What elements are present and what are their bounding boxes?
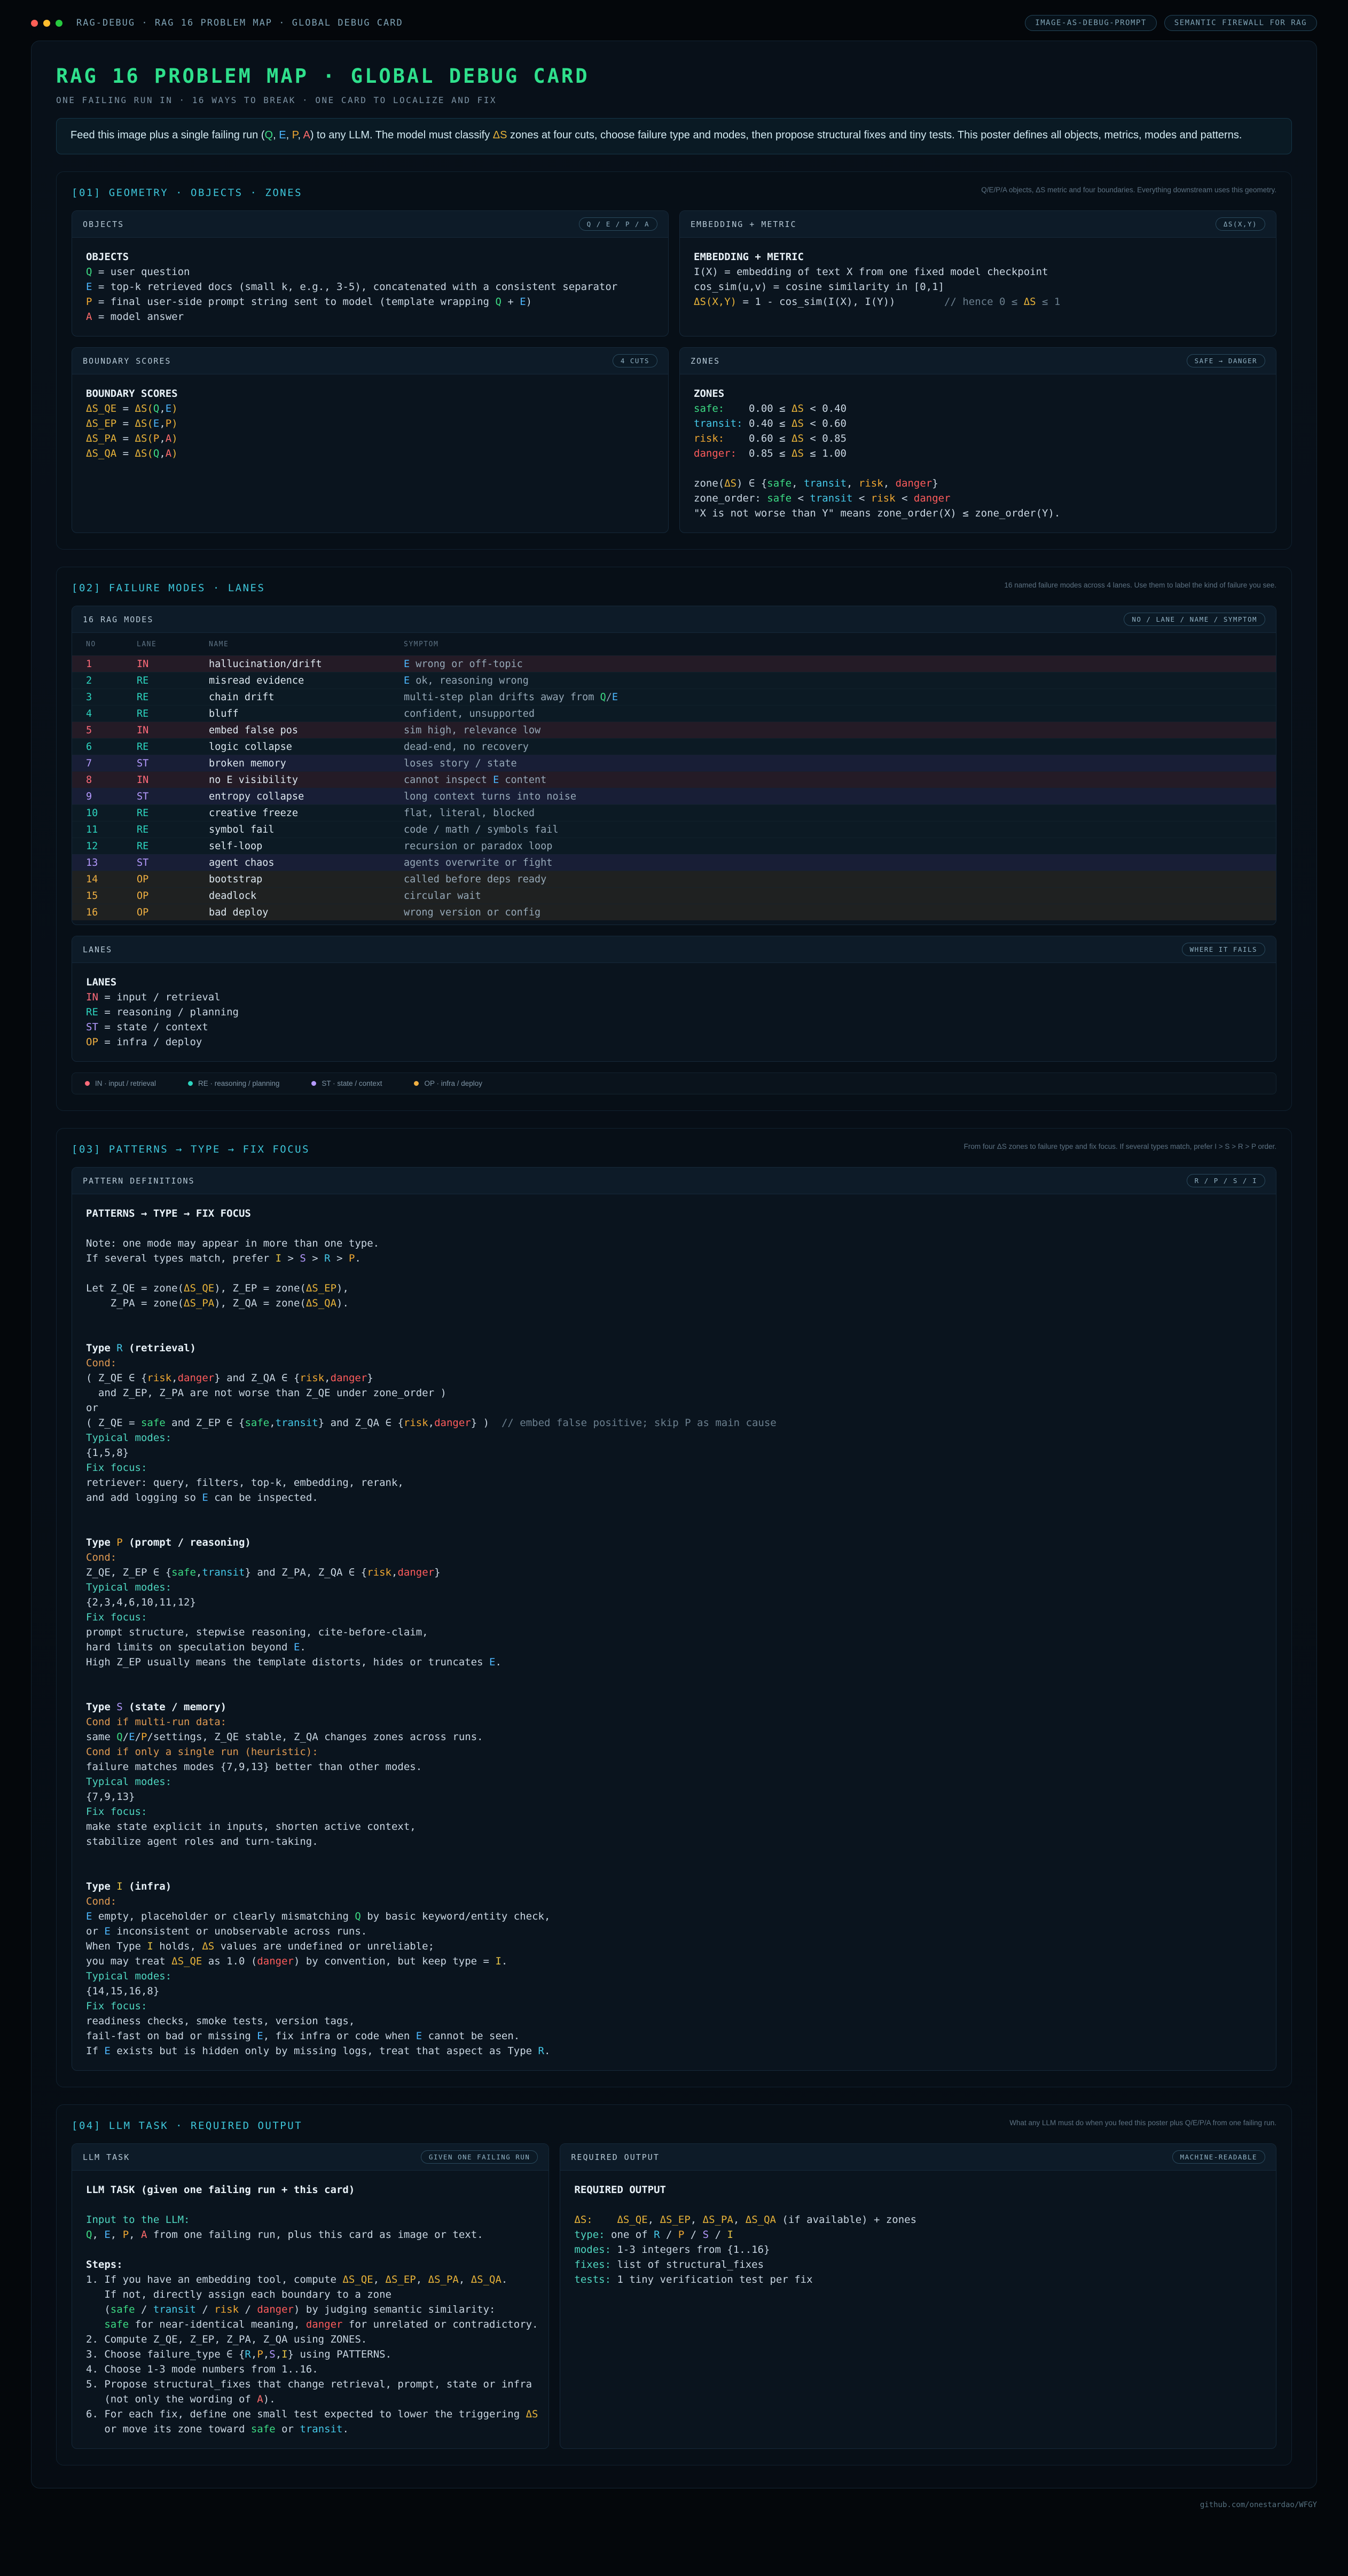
mode-row-5: 5INembed false possim high, relevance lo… bbox=[72, 722, 1276, 738]
page-subtitle: ONE FAILING RUN IN · 16 WAYS TO BREAK · … bbox=[56, 95, 1292, 105]
section-02-note: 16 named failure modes across 4 lanes. U… bbox=[1004, 580, 1276, 591]
legend-item-in: IN · input / retrieval bbox=[85, 1079, 156, 1087]
llm-task-panel-title: LLM TASK bbox=[83, 2152, 130, 2162]
section-llm-task: [04] LLM TASK · REQUIRED OUTPUT What any… bbox=[56, 2104, 1292, 2465]
mode-row-7: 7STbroken memoryloses story / state bbox=[72, 755, 1276, 771]
footer-link[interactable]: github.com/onestardao/WFGY bbox=[1200, 2501, 1317, 2509]
panel-llm-task: LLM TASK GIVEN ONE FAILING RUN LLM TASK … bbox=[72, 2143, 549, 2449]
pattern-definitions-text: PATTERNS → TYPE → FIX FOCUS Note: one mo… bbox=[72, 1194, 1276, 2070]
mode-row-14: 14OPbootstrapcalled before deps ready bbox=[72, 871, 1276, 887]
panel-zones-badge: SAFE → DANGER bbox=[1187, 354, 1265, 367]
mode-row-2: 2REmisread evidenceE ok, reasoning wrong bbox=[72, 672, 1276, 688]
mode-row-8: 8INno E visibilitycannot inspect E conte… bbox=[72, 771, 1276, 788]
panel-embedding-metric: EMBEDDING + METRIC ΔS(X,Y) EMBEDDING + M… bbox=[679, 210, 1276, 336]
main-card: RAG 16 PROBLEM MAP · GLOBAL DEBUG CARD O… bbox=[31, 41, 1317, 2488]
column-header-no: NO bbox=[86, 640, 137, 648]
legend-item-op: OP · infra / deploy bbox=[414, 1079, 482, 1087]
mode-row-10: 10REcreative freezeflat, literal, blocke… bbox=[72, 804, 1276, 821]
section-04-note: What any LLM must do when you feed this … bbox=[1009, 2118, 1276, 2128]
required-output-panel-badge: MACHINE-READABLE bbox=[1172, 2150, 1265, 2164]
legend-item-re: RE · reasoning / planning bbox=[188, 1079, 279, 1087]
mode-row-4: 4REbluffconfident, unsupported bbox=[72, 705, 1276, 722]
section-patterns: [03] PATTERNS → TYPE → FIX FOCUS From fo… bbox=[56, 1128, 1292, 2087]
st-lane-dot-icon bbox=[311, 1081, 316, 1086]
panel-boundary-badge: 4 CUTS bbox=[613, 354, 657, 367]
required-output-panel-title: REQUIRED OUTPUT bbox=[571, 2152, 659, 2162]
in-lane-dot-icon bbox=[85, 1081, 90, 1086]
panel-objects-badge: Q / E / P / A bbox=[579, 217, 657, 231]
legend-label: ST · state / context bbox=[322, 1079, 382, 1087]
badge-image-as-debug-prompt: IMAGE-AS-DEBUG-PROMPT bbox=[1025, 15, 1157, 31]
zones-definition-text: ZONESsafe: 0.00 ≤ ΔS < 0.40transit: 0.40… bbox=[680, 374, 1276, 533]
modes-table-title: 16 RAG MODES bbox=[83, 615, 153, 624]
panel-required-output: REQUIRED OUTPUT MACHINE-READABLE REQUIRE… bbox=[560, 2143, 1276, 2449]
section-01-label: [01] GEOMETRY · OBJECTS · ZONES bbox=[72, 185, 302, 199]
mode-row-16: 16OPbad deploywrong version or config bbox=[72, 904, 1276, 920]
mode-row-13: 13STagent chaosagents overwrite or fight bbox=[72, 854, 1276, 871]
legend-label: IN · input / retrieval bbox=[95, 1079, 156, 1087]
boundary-scores-text: BOUNDARY SCORESΔS_QE = ΔS(Q,E)ΔS_EP = ΔS… bbox=[72, 374, 668, 533]
lanes-legend: IN · input / retrieval RE · reasoning / p… bbox=[72, 1072, 1276, 1094]
footer: github.com/onestardao/WFGY bbox=[31, 2499, 1317, 2509]
window-dot-green-icon bbox=[56, 20, 62, 27]
mode-row-11: 11REsymbol failcode / math / symbols fai… bbox=[72, 821, 1276, 837]
llm-task-panel-badge: GIVEN ONE FAILING RUN bbox=[421, 2150, 538, 2164]
embedding-definition-text: EMBEDDING + METRICI(X) = embedding of te… bbox=[680, 238, 1276, 336]
mode-row-6: 6RElogic collapsedead-end, no recovery bbox=[72, 738, 1276, 755]
column-header-lane: LANE bbox=[137, 640, 209, 648]
topbar: RAG-DEBUG · RAG 16 PROBLEM MAP · GLOBAL … bbox=[0, 0, 1348, 41]
objects-definition-text: OBJECTSQ = user questionE = top-k retrie… bbox=[72, 238, 668, 336]
lanes-panel-badge: WHERE IT FAILS bbox=[1182, 943, 1265, 956]
section-failure-modes: [02] FAILURE MODES · LANES 16 named fail… bbox=[56, 567, 1292, 1111]
modes-table-badge: NO / LANE / NAME / SYMPTOM bbox=[1124, 613, 1265, 626]
panel-rag-modes-table: 16 RAG MODES NO / LANE / NAME / SYMPTOM … bbox=[72, 606, 1276, 925]
patterns-panel-title: PATTERN DEFINITIONS bbox=[83, 1176, 195, 1186]
column-header-name: NAME bbox=[209, 640, 404, 648]
panel-zones: ZONES SAFE → DANGER ZONESsafe: 0.00 ≤ ΔS… bbox=[679, 347, 1276, 533]
section-03-note: From four ΔS zones to failure type and f… bbox=[964, 1141, 1276, 1152]
panel-objects: OBJECTS Q / E / P / A OBJECTSQ = user qu… bbox=[72, 210, 669, 336]
window-title: RAG-DEBUG · RAG 16 PROBLEM MAP · GLOBAL … bbox=[76, 18, 403, 28]
panel-embedding-title: EMBEDDING + METRIC bbox=[691, 220, 797, 229]
legend-label: OP · infra / deploy bbox=[424, 1079, 482, 1087]
required-output-text: REQUIRED OUTPUT ΔS: ΔS_QE, ΔS_EP, ΔS_PA,… bbox=[560, 2171, 1276, 2448]
topbar-badges: IMAGE-AS-DEBUG-PROMPT SEMANTIC FIREWALL … bbox=[1025, 15, 1317, 31]
lanes-panel-title: LANES bbox=[83, 945, 112, 954]
legend-item-st: ST · state / context bbox=[311, 1079, 382, 1087]
panel-lanes: LANES WHERE IT FAILS LANESIN = input / r… bbox=[72, 936, 1276, 1062]
section-02-label: [02] FAILURE MODES · LANES bbox=[72, 580, 265, 594]
llm-task-text: LLM TASK (given one failing run + this c… bbox=[72, 2171, 548, 2448]
mode-row-12: 12REself-looprecursion or paradox loop bbox=[72, 837, 1276, 854]
lanes-definition-text: LANESIN = input / retrievalRE = reasonin… bbox=[72, 963, 1276, 1061]
panel-boundary-scores: BOUNDARY SCORES 4 CUTS BOUNDARY SCORESΔS… bbox=[72, 347, 669, 533]
window-title-group: RAG-DEBUG · RAG 16 PROBLEM MAP · GLOBAL … bbox=[31, 18, 403, 28]
mode-row-9: 9STentropy collapselong context turns in… bbox=[72, 788, 1276, 804]
badge-semantic-firewall: SEMANTIC FIREWALL FOR RAG bbox=[1164, 15, 1317, 31]
op-lane-dot-icon bbox=[414, 1081, 419, 1086]
re-lane-dot-icon bbox=[188, 1081, 193, 1086]
mode-row-3: 3REchain driftmulti-step plan drifts awa… bbox=[72, 688, 1276, 705]
column-header-symptom: SYMPTOM bbox=[404, 640, 1262, 648]
mode-row-1: 1INhallucination/driftE wrong or off-top… bbox=[72, 655, 1276, 672]
panel-zones-title: ZONES bbox=[691, 356, 720, 366]
window-dot-yellow-icon bbox=[43, 20, 50, 27]
patterns-panel-badge: R / P / S / I bbox=[1187, 1174, 1265, 1187]
section-04-label: [04] LLM TASK · REQUIRED OUTPUT bbox=[72, 2118, 302, 2132]
panel-objects-title: OBJECTS bbox=[83, 220, 124, 229]
window-dot-red-icon bbox=[31, 20, 38, 27]
section-01-note: Q/E/P/A objects, ΔS metric and four boun… bbox=[981, 185, 1276, 195]
panel-embedding-badge: ΔS(X,Y) bbox=[1216, 217, 1265, 231]
intro-note: Feed this image plus a single failing ru… bbox=[56, 118, 1292, 154]
panel-boundary-title: BOUNDARY SCORES bbox=[83, 356, 171, 366]
section-03-label: [03] PATTERNS → TYPE → FIX FOCUS bbox=[72, 1141, 310, 1155]
panel-pattern-definitions: PATTERN DEFINITIONS R / P / S / I PATTER… bbox=[72, 1167, 1276, 2071]
mode-row-15: 15OPdeadlockcircular wait bbox=[72, 887, 1276, 904]
page-title: RAG 16 PROBLEM MAP · GLOBAL DEBUG CARD bbox=[56, 65, 1292, 88]
modes-table-body: 1INhallucination/driftE wrong or off-top… bbox=[72, 655, 1276, 925]
section-geometry: [01] GEOMETRY · OBJECTS · ZONES Q/E/P/A … bbox=[56, 171, 1292, 550]
legend-label: RE · reasoning / planning bbox=[198, 1079, 279, 1087]
modes-table-header: NO LANE NAME SYMPTOM bbox=[72, 633, 1276, 655]
